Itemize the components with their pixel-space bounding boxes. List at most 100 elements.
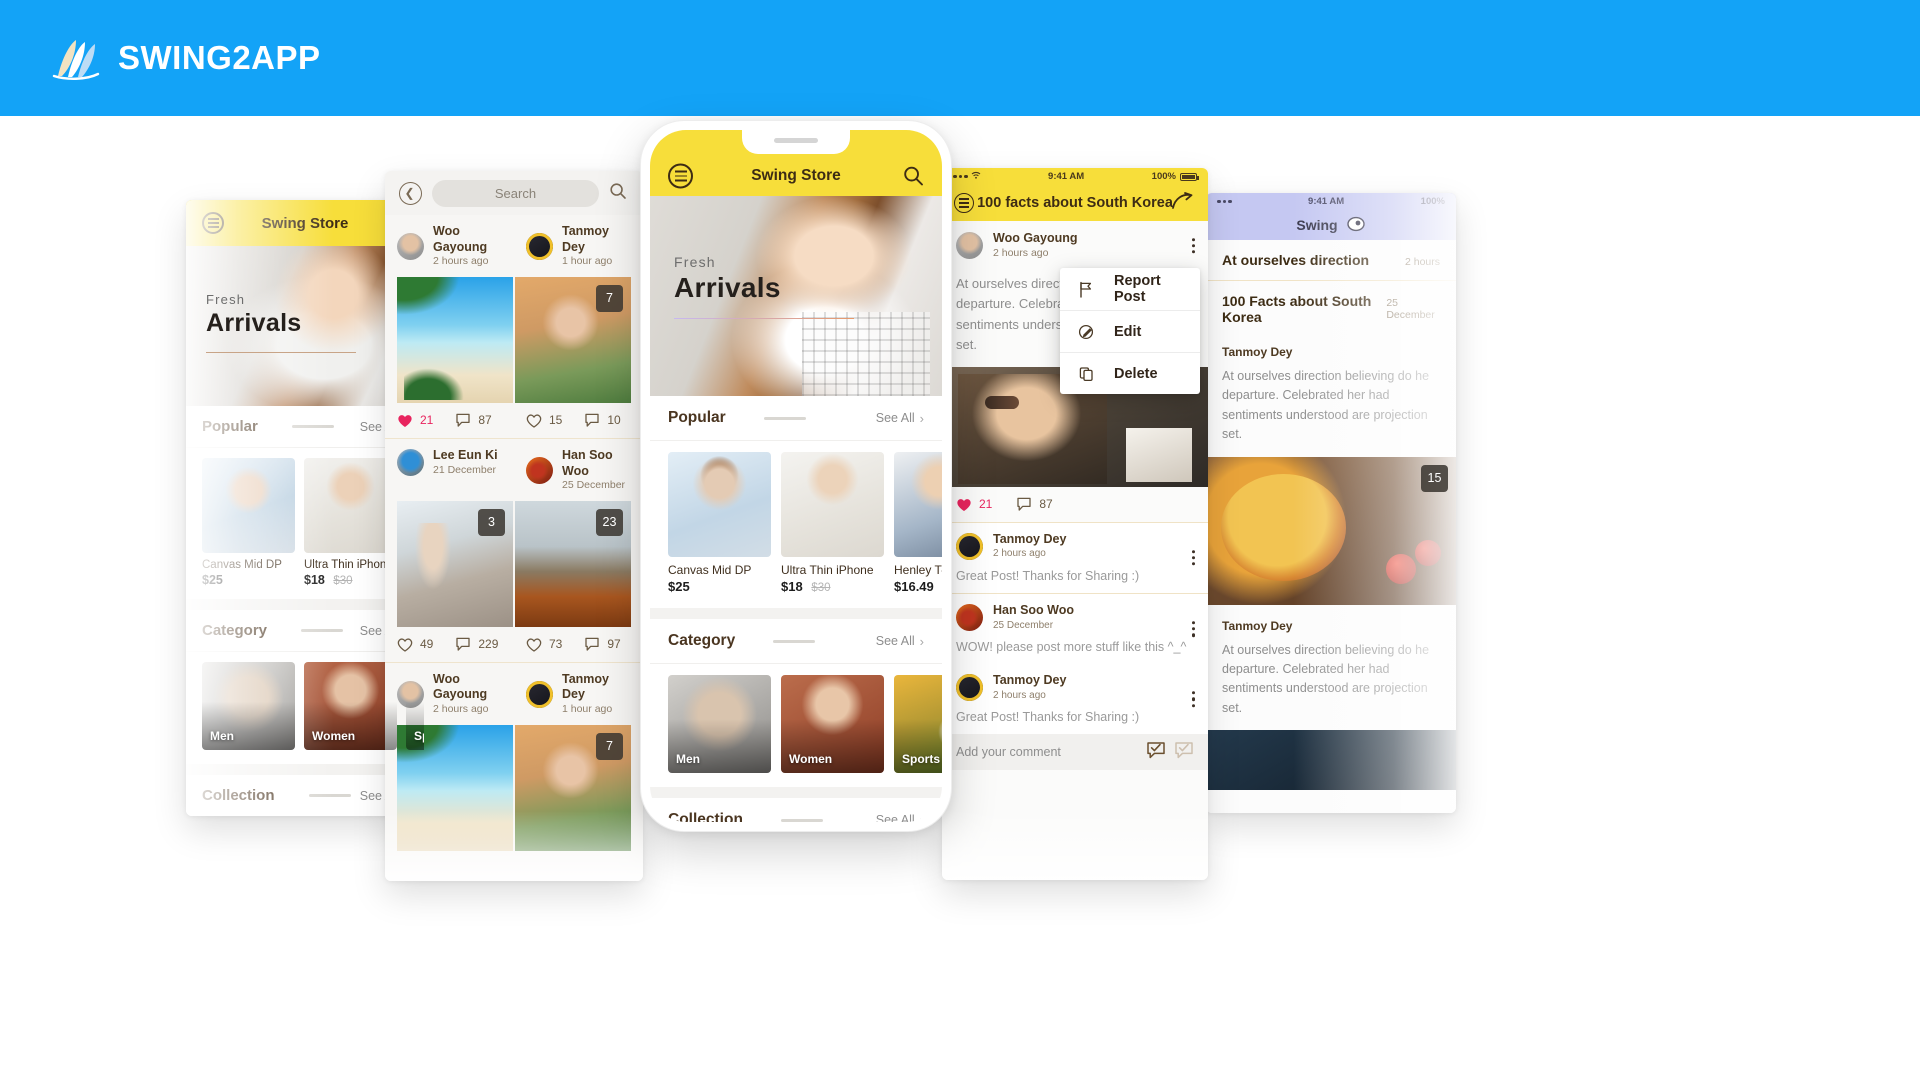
share-arrow-icon[interactable] xyxy=(1172,192,1194,214)
feed-image-count-badge: 7 xyxy=(596,732,623,760)
heart-icon xyxy=(398,414,412,427)
comment-stat[interactable]: 229 xyxy=(455,637,498,652)
see-all-link[interactable]: See All › xyxy=(876,634,924,649)
chevron-left-circle-icon[interactable]: ❮ xyxy=(399,181,422,205)
magnifier-icon[interactable] xyxy=(609,182,629,205)
feed-post-time: 1 hour ago xyxy=(562,255,613,268)
feed-image-row: 7 xyxy=(385,276,643,403)
comment-time: 2 hours ago xyxy=(993,689,1046,701)
timeline-entry-image[interactable]: 15 xyxy=(1206,456,1456,605)
feed-image-count-badge: 7 xyxy=(596,284,623,312)
product-card[interactable]: Canvas Mid DP $25 xyxy=(668,452,771,594)
category-card[interactable]: Sports xyxy=(894,675,942,773)
kebab-menu-icon[interactable] xyxy=(1191,691,1195,707)
feed-post-user[interactable]: Han Soo Woo 25 December xyxy=(514,439,643,501)
feed-stats-row: 21 87 15 10 xyxy=(385,403,643,438)
comment-stat[interactable]: 97 xyxy=(584,637,621,652)
hamburger-circle-icon[interactable] xyxy=(954,193,974,213)
kebab-menu-icon[interactable] xyxy=(1191,621,1195,637)
like-stat[interactable]: 73 xyxy=(526,637,562,652)
timeline-entry[interactable]: 100 Facts about South Korea 25 December xyxy=(1206,281,1456,337)
timeline-entry[interactable]: At ourselves direction 2 hours xyxy=(1206,240,1456,280)
status-battery: 100% xyxy=(1420,196,1445,207)
menu-item-edit[interactable]: Edit xyxy=(1060,310,1200,352)
feed-post-user[interactable]: Woo Gayoung 2 hours ago xyxy=(385,663,514,725)
category-label: Women xyxy=(789,752,833,766)
product-card[interactable]: Henley T-Shirt $16.49 xyxy=(894,452,942,594)
category-card[interactable]: Women xyxy=(304,662,397,750)
phone-showcase-stage: Swing Store Fresh Arrivals Popular See A… xyxy=(0,116,1920,1080)
avatar xyxy=(956,532,983,560)
search-input[interactable]: Search xyxy=(432,179,599,207)
feed-post-image[interactable]: 7 xyxy=(515,276,631,403)
kebab-menu-icon[interactable] xyxy=(1191,237,1195,254)
like-stat[interactable]: 21 xyxy=(397,413,433,428)
comment-input[interactable]: Add your comment xyxy=(956,745,1061,759)
check-bubble-icon-muted[interactable] xyxy=(1174,741,1194,763)
timeline-entry-image[interactable] xyxy=(1206,730,1456,790)
timeline-entry-date: 2 hours xyxy=(1404,256,1440,268)
product-name: Canvas Mid DP xyxy=(202,559,282,571)
product-price: $16.49 xyxy=(894,579,934,594)
menu-label: Delete xyxy=(1114,365,1158,382)
post-author-row: Woo Gayoung 2 hours ago xyxy=(942,221,1208,271)
see-all-link[interactable]: See All › xyxy=(876,411,924,426)
timeline-entry-title: 100 Facts about South Korea xyxy=(1222,293,1372,325)
feed-post-user[interactable]: Tanmoy Dey 1 hour ago xyxy=(514,215,643,277)
category-card[interactable]: Sports xyxy=(406,662,424,750)
like-stat[interactable]: 15 xyxy=(526,413,562,428)
product-card[interactable]: Ultra Thin iPhone $18 $30 xyxy=(781,452,884,594)
feed-post-image[interactable]: 7 xyxy=(515,724,631,851)
product-name: Ultra Thin iPhone xyxy=(304,559,393,571)
avatar xyxy=(397,449,424,477)
feed-post-user[interactable]: Lee Eun Ki 21 December xyxy=(385,439,514,485)
comment-bubble-icon xyxy=(456,413,471,427)
feed-post-image[interactable]: 23 xyxy=(515,500,631,627)
category-card[interactable]: Men xyxy=(202,662,295,750)
post-options-menu[interactable]: Report Post Edit Delete xyxy=(1060,268,1200,394)
feed-post-user[interactable]: Tanmoy Dey 1 hour ago xyxy=(514,663,643,725)
hero-title: Arrivals xyxy=(674,272,781,303)
feed-post-time: 2 hours ago xyxy=(433,255,489,268)
product-price-wrap: $25 xyxy=(668,579,771,594)
status-right: 100% xyxy=(1152,171,1199,182)
product-name: Ultra Thin iPhone xyxy=(781,563,874,577)
category-label: Men xyxy=(210,729,234,743)
menu-item-report-post[interactable]: Report Post xyxy=(1060,268,1200,310)
store-title-back: Swing Store xyxy=(261,214,349,232)
feed-post-image[interactable] xyxy=(397,276,513,403)
chevron-right-icon: › xyxy=(919,410,924,426)
like-stat[interactable]: 49 xyxy=(397,637,433,652)
hamburger-circle-icon[interactable] xyxy=(202,212,224,234)
category-label: Men xyxy=(676,752,700,766)
comment-stat[interactable]: 87 xyxy=(1016,497,1053,512)
product-card[interactable]: Ultra Thin iPhone $18 $30 xyxy=(304,458,397,587)
comment-stat[interactable]: 87 xyxy=(455,413,492,428)
timeline-entry-body: At ourselves direction believing do he d… xyxy=(1222,369,1430,442)
feed-post-image[interactable]: 3 xyxy=(397,500,513,627)
feed-post-user[interactable]: Woo Gayoung 2 hours ago xyxy=(385,215,514,277)
magnifier-icon[interactable] xyxy=(903,166,924,187)
comment-stat[interactable]: 10 xyxy=(584,413,621,428)
hero-eyebrow: Fresh xyxy=(674,254,716,270)
like-stat[interactable]: 21 xyxy=(956,497,992,512)
category-label: Women xyxy=(312,729,356,743)
check-bubble-icon[interactable] xyxy=(1146,741,1166,763)
hamburger-circle-icon[interactable] xyxy=(668,163,693,189)
menu-item-delete[interactable]: Delete xyxy=(1060,352,1200,394)
category-card[interactable]: Women xyxy=(781,675,884,773)
post-author-name: Woo Gayoung xyxy=(993,231,1078,245)
phone-timeline-back: 9:41 AM 100% Swing At ourselves directio… xyxy=(1206,193,1456,813)
section-dash xyxy=(780,818,823,822)
see-all-link[interactable]: See All › xyxy=(876,813,924,823)
heart-icon xyxy=(397,638,413,652)
product-price: $18 xyxy=(781,579,803,594)
feed-stats: 21 87 xyxy=(385,403,514,438)
like-count: 21 xyxy=(420,413,434,428)
product-card[interactable]: Canvas Mid DP $25 xyxy=(202,458,295,587)
category-card[interactable]: Men xyxy=(668,675,771,773)
kebab-menu-icon[interactable] xyxy=(1191,550,1195,566)
like-count: 15 xyxy=(549,413,563,428)
section-header-category: Category See All › xyxy=(650,619,942,664)
comment-input-bar: Add your comment xyxy=(942,734,1208,771)
